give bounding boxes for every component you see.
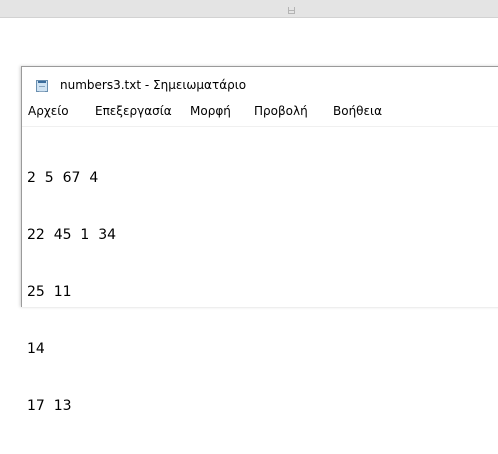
editor-line: 2 5 67 4 xyxy=(27,170,99,186)
editor-line: 17 13 xyxy=(27,398,72,414)
window-grip-icon xyxy=(288,7,295,14)
editor-line: 22 45 1 34 xyxy=(27,227,117,243)
text-editor[interactable]: 2 5 67 4 22 45 1 34 25 11 14 17 13 xyxy=(27,131,497,414)
menu-bar: Αρχείο Επεξεργασία Μορφή Προβολή Βοήθεια xyxy=(22,104,498,123)
notepad-window[interactable]: numbers3.txt - Σημειωματάριο Αρχείο Επεξ… xyxy=(21,66,498,414)
menu-view[interactable]: Προβολή xyxy=(254,104,308,118)
toolbar-shadow xyxy=(0,17,498,18)
editor-line: 25 11 xyxy=(27,284,72,300)
title-bar[interactable]: numbers3.txt - Σημειωματάριο xyxy=(22,67,498,103)
menu-help[interactable]: Βοήθεια xyxy=(333,104,382,118)
notepad-icon xyxy=(36,80,48,92)
editor-line: 14 xyxy=(27,341,45,357)
menu-divider xyxy=(22,126,498,127)
menu-format[interactable]: Μορφή xyxy=(190,104,231,118)
background-toolbar xyxy=(0,0,498,17)
menu-edit[interactable]: Επεξεργασία xyxy=(95,104,172,118)
menu-file[interactable]: Αρχείο xyxy=(28,104,69,118)
window-title: numbers3.txt - Σημειωματάριο xyxy=(60,78,247,92)
